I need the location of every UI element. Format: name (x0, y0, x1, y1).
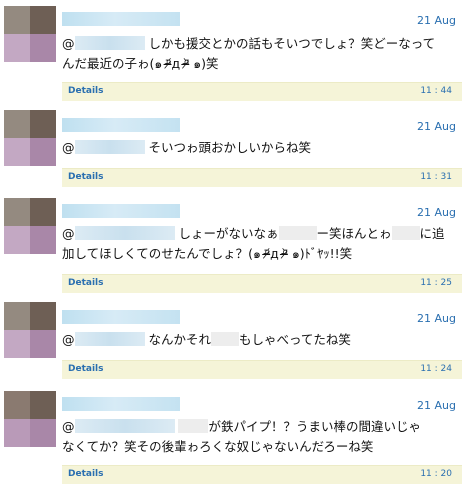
tweet-time: 11 : 20 (420, 469, 452, 479)
tweet-text: @ しょーがないなぁ ー笑ほんとゎ に追 加してほしくてのせたんでしょ？(๑ ᵒ̴̶… (62, 226, 445, 261)
name-redacted (278, 226, 317, 240)
tweet-time: 11 : 44 (420, 86, 452, 96)
username-redacted[interactable] (62, 204, 180, 218)
tweet-footer: Details 11 : 25 (62, 274, 462, 293)
mention-redacted[interactable] (74, 332, 145, 346)
details-link[interactable]: Details (68, 172, 103, 182)
tweet-footer: Details 11 : 24 (62, 360, 462, 379)
tweet-time: 11 : 31 (420, 172, 452, 182)
tweet-time: 11 : 24 (420, 364, 452, 374)
tweet-text: @ そいつゎ頭おかしいからね笑 (62, 140, 311, 155)
name-redacted (211, 332, 239, 346)
details-link[interactable]: Details (68, 278, 103, 288)
tweet-time: 11 : 25 (420, 278, 452, 288)
avatar[interactable] (4, 302, 56, 358)
avatar[interactable] (4, 6, 56, 62)
tweet-text: @ しかも援交とかの話もそいつでしょ？笑どーなって んだ最近の子ゎ(๑ ᵒ̴̶̷… (62, 36, 436, 71)
username-redacted[interactable] (62, 397, 180, 411)
avatar[interactable] (4, 198, 56, 254)
tweet-date: 21 Aug (417, 312, 456, 325)
tweet-footer: Details 11 : 31 (62, 168, 462, 187)
name-redacted (391, 226, 420, 240)
tweet-text: @ が鉄パイプ！？うまい棒の間違いじゃ なくてか？笑その後輩ゎろくな奴じゃないん… (62, 419, 421, 454)
mention-redacted[interactable] (74, 419, 175, 433)
mention-redacted[interactable] (74, 226, 175, 240)
mention-redacted[interactable] (74, 36, 145, 50)
tweet-footer: Details 11 : 20 (62, 465, 462, 484)
mention-redacted[interactable] (74, 140, 145, 154)
tweet-footer: Details 11 : 44 (62, 82, 462, 101)
avatar[interactable] (4, 110, 56, 166)
details-link[interactable]: Details (68, 364, 103, 374)
tweet-date: 21 Aug (417, 14, 456, 27)
tweet-date: 21 Aug (417, 399, 456, 412)
details-link[interactable]: Details (68, 86, 103, 96)
avatar[interactable] (4, 391, 56, 447)
name-redacted (178, 419, 209, 433)
tweet-date: 21 Aug (417, 120, 456, 133)
details-link[interactable]: Details (68, 469, 103, 479)
username-redacted[interactable] (62, 12, 180, 26)
tweet-date: 21 Aug (417, 206, 456, 219)
username-redacted[interactable] (62, 118, 180, 132)
username-redacted[interactable] (62, 310, 180, 324)
tweet-text: @ なんかそれ もしゃべってたね笑 (62, 332, 351, 347)
